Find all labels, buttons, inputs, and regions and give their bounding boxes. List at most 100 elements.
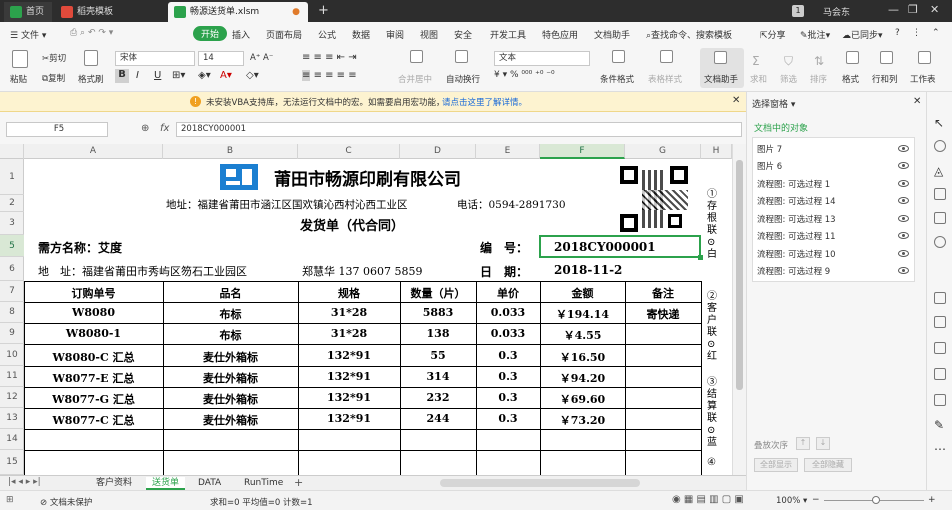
minimize-icon[interactable]: — xyxy=(888,3,899,16)
worksheet-icon[interactable] xyxy=(918,51,931,64)
more-tools-icon[interactable]: ⋯ xyxy=(934,442,946,456)
cursor-icon[interactable]: ↖ xyxy=(934,116,946,130)
align-top-icons[interactable]: ≡ ≡ ≡ ⇤ ⇥ xyxy=(302,52,357,63)
cell-price[interactable]: 0.033 xyxy=(476,327,540,340)
filter-button[interactable]: 筛选 xyxy=(780,73,797,85)
bring-forward-icon[interactable]: ↑ xyxy=(796,437,810,450)
col-header-a[interactable]: A xyxy=(24,144,163,159)
row-header[interactable]: 15 xyxy=(0,450,24,475)
cell-qty[interactable]: 314 xyxy=(400,370,476,383)
cell-order[interactable]: W8077-G 汇总 xyxy=(24,391,163,407)
cell-order[interactable]: W8080-1 xyxy=(24,327,163,340)
row-header[interactable]: 3 xyxy=(0,212,24,235)
number-format-select[interactable]: 文本 xyxy=(494,51,590,66)
share-button[interactable]: ⇱分享 xyxy=(760,28,786,41)
zoom-level[interactable]: 100% ▾ xyxy=(776,496,807,506)
order-no-value[interactable]: 2018CY000001 xyxy=(554,240,656,254)
worksheet-button[interactable]: 工作表 xyxy=(910,73,936,85)
collapse-ribbon-icon[interactable]: ⌃ xyxy=(932,28,940,38)
fill-color-icon[interactable]: ◈▾ xyxy=(198,70,211,81)
bold-button[interactable]: B xyxy=(115,69,129,83)
eye-icon[interactable] xyxy=(898,145,909,152)
select-all-corner[interactable] xyxy=(0,144,24,159)
quick-access-icons[interactable]: ⎙ ⌕ ↶ ↷ ▾ xyxy=(70,28,113,38)
grid-icon[interactable] xyxy=(934,212,946,224)
name-box[interactable]: F5 xyxy=(6,122,108,137)
cell-name[interactable]: 麦仕外箱标 xyxy=(163,391,298,407)
row-header[interactable]: 7 xyxy=(0,281,24,302)
cut-button[interactable]: ✂剪切 xyxy=(42,52,66,64)
box-icon[interactable] xyxy=(934,394,946,406)
menu-view[interactable]: 视图 xyxy=(420,28,438,41)
send-backward-icon[interactable]: ↓ xyxy=(816,437,830,450)
cell-amount[interactable]: ￥94.20 xyxy=(540,370,625,386)
warning-link[interactable]: 请点击这里了解详情。 xyxy=(442,96,527,108)
cell-qty[interactable]: 244 xyxy=(400,412,476,425)
list-item[interactable]: 图片 6 xyxy=(757,160,782,172)
col-header-b[interactable]: B xyxy=(163,144,298,159)
help-icon[interactable]: ? xyxy=(895,28,900,38)
cell-spec[interactable]: 132*91 xyxy=(298,412,400,425)
menu-special[interactable]: 特色应用 xyxy=(542,28,578,41)
sheet-canvas[interactable]: 莆田市畅源印刷有限公司 地址：福建省莆田市涵江区国欢镇沁西村沁西工业区 电话：0… xyxy=(24,159,732,475)
sum-button[interactable]: 求和 xyxy=(750,73,767,85)
sort-button[interactable]: 排序 xyxy=(810,73,827,85)
sheet-tab-delivery[interactable]: 送货单 xyxy=(146,477,186,490)
tab-workbook[interactable]: 畅源送货单.xlsm ● xyxy=(168,2,308,22)
print-icon[interactable] xyxy=(934,342,946,354)
maximize-icon[interactable]: ❐ xyxy=(908,3,918,16)
window-count-badge[interactable]: 1 xyxy=(792,5,804,17)
cell-spec[interactable]: 31*28 xyxy=(298,306,400,319)
eye-icon[interactable] xyxy=(898,250,909,257)
cell-spec[interactable]: 132*91 xyxy=(298,370,400,383)
cell-spec[interactable]: 132*91 xyxy=(298,349,400,362)
number-format-icons[interactable]: ¥ ▾ % ⁰⁰⁰ ⁺⁰ ⁻⁰ xyxy=(494,70,555,80)
list-item[interactable]: 流程图: 可选过程 1 xyxy=(757,178,830,190)
sheet-tab-runtime[interactable]: RunTime xyxy=(238,477,289,490)
formula-input[interactable]: 2018CY000001 xyxy=(176,122,742,137)
cell-qty[interactable]: 138 xyxy=(400,327,476,340)
cell-price[interactable]: 0.033 xyxy=(476,306,540,319)
font-select[interactable]: 宋体 xyxy=(115,51,195,66)
pane-close-icon[interactable]: ✕ xyxy=(913,96,921,107)
video-icon[interactable] xyxy=(934,368,946,380)
shape-icon[interactable]: ◬ xyxy=(934,164,946,178)
merge-button[interactable]: 合并居中 xyxy=(398,73,432,85)
row-header[interactable]: 10 xyxy=(0,344,24,366)
cell-amount[interactable]: ￥73.20 xyxy=(540,412,625,428)
menu-page-layout[interactable]: 页面布局 xyxy=(266,28,302,41)
table-style-icon[interactable] xyxy=(660,50,673,63)
italic-button[interactable]: I xyxy=(136,70,139,81)
sum-icon[interactable]: Σ xyxy=(752,54,760,68)
cell-amount[interactable]: ￥4.55 xyxy=(540,327,625,343)
more-icon[interactable]: ⋮ xyxy=(912,28,921,38)
paste-button[interactable]: 粘贴 xyxy=(10,73,27,85)
eye-icon[interactable] xyxy=(898,232,909,239)
protect-status[interactable]: ⊘ 文档未保护 xyxy=(40,496,92,508)
row-col-button[interactable]: 行和列 xyxy=(872,73,898,85)
col-header-h[interactable]: H xyxy=(701,144,732,159)
format-button[interactable]: 格式 xyxy=(842,73,859,85)
eye-icon[interactable] xyxy=(898,197,909,204)
company-logo[interactable] xyxy=(220,164,258,190)
properties-icon[interactable] xyxy=(934,140,946,152)
sheet-tab-customers[interactable]: 客户资料 xyxy=(90,477,138,490)
menu-insert[interactable]: 插入 xyxy=(232,28,250,41)
table-style-button[interactable]: 表格样式 xyxy=(648,73,682,85)
clear-icon[interactable]: ◇▾ xyxy=(246,70,259,81)
fx-icon[interactable]: fx xyxy=(160,123,169,134)
cell-qty[interactable]: 55 xyxy=(400,349,476,362)
cell-name[interactable]: 布标 xyxy=(163,327,298,343)
row-header[interactable]: 9 xyxy=(0,323,24,344)
row-header[interactable]: 11 xyxy=(0,366,24,387)
list-item[interactable]: 流程图: 可选过程 11 xyxy=(757,230,836,242)
fill-handle[interactable] xyxy=(698,255,703,260)
copy-button[interactable]: ⧉复制 xyxy=(42,72,65,84)
comment-button[interactable]: ✎批注▾ xyxy=(800,28,830,41)
format-painter-button[interactable]: 格式刷 xyxy=(78,73,104,85)
cell-name[interactable]: 麦仕外箱标 xyxy=(163,349,298,365)
zoom-in-button[interactable]: + xyxy=(928,495,936,505)
cell-qty[interactable]: 232 xyxy=(400,391,476,404)
menu-doc-helper[interactable]: 文档助手 xyxy=(594,28,630,41)
cell-spec[interactable]: 132*91 xyxy=(298,391,400,404)
